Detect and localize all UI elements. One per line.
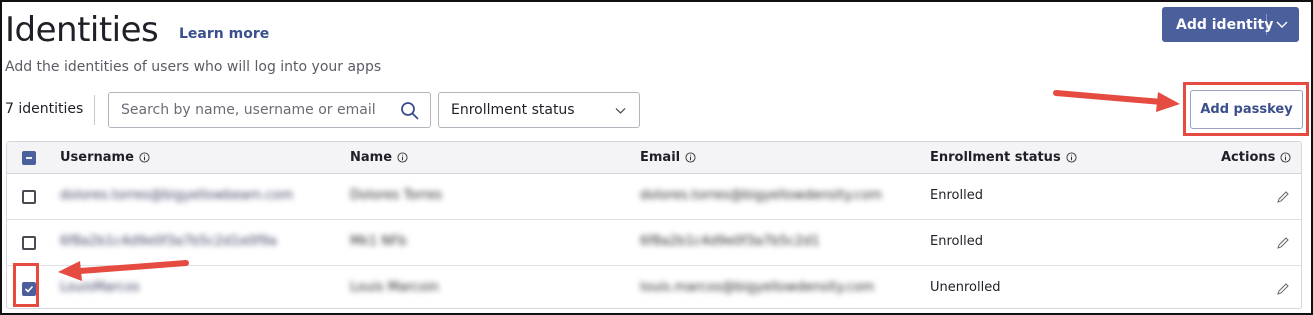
- column-username-label: Username: [60, 150, 134, 165]
- row-status: Unenrolled: [930, 280, 1001, 295]
- pencil-icon[interactable]: [1276, 282, 1290, 296]
- add-identity-label: Add identity: [1176, 16, 1274, 33]
- toolbar-divider: [94, 95, 95, 125]
- page-subtitle: Add the identities of users who will log…: [5, 59, 382, 75]
- row-name: Louis Marcoin: [350, 280, 439, 295]
- column-enrollment-status: Enrollment status: [930, 150, 1077, 165]
- identities-table: Username Name Email Enrollment status Ac…: [6, 141, 1302, 309]
- column-name: Name: [350, 150, 408, 165]
- table-row[interactable]: 6f8a2b1c4d9e0f3a7b5c2d1e0f9a Mk1 NFb 6f8…: [7, 220, 1301, 266]
- row-checkbox[interactable]: [22, 190, 36, 204]
- chevron-down-icon[interactable]: [1275, 17, 1289, 31]
- column-username: Username: [60, 150, 150, 165]
- add-identity-button[interactable]: Add identity: [1162, 7, 1299, 42]
- pencil-icon[interactable]: [1276, 190, 1290, 204]
- identity-count: 7 identities: [5, 101, 84, 117]
- row-name: Mk1 NFb: [350, 234, 407, 249]
- page-title: Identities: [5, 10, 159, 50]
- table-header: Username Name Email Enrollment status Ac…: [7, 142, 1301, 174]
- row-status: Enrolled: [930, 188, 983, 203]
- enrollment-status-select[interactable]: Enrollment status: [438, 92, 640, 128]
- row-username[interactable]: LouisMarcos: [60, 280, 140, 295]
- checkbox-highlight: [13, 263, 39, 307]
- table-row[interactable]: dolores.torres@bigyellowbeam.com Dolores…: [7, 174, 1301, 220]
- row-email: dolores.torres@bigyellowdensity.com: [640, 188, 883, 203]
- row-email: 6f8a2b1c4d9e0f3a7b5c2d1: [640, 234, 820, 249]
- info-icon[interactable]: [139, 152, 150, 163]
- minus-icon: [26, 157, 32, 159]
- column-email: Email: [640, 150, 696, 165]
- enrollment-status-value: Enrollment status: [451, 102, 575, 118]
- info-icon[interactable]: [1280, 152, 1291, 163]
- pencil-icon[interactable]: [1276, 236, 1290, 250]
- info-icon[interactable]: [1066, 152, 1077, 163]
- button-divider: [1266, 14, 1267, 35]
- row-username[interactable]: dolores.torres@bigyellowbeam.com: [60, 188, 293, 203]
- row-name: Dolores Torres: [350, 188, 443, 203]
- column-email-label: Email: [640, 150, 681, 165]
- column-actions: Actions: [1221, 150, 1291, 165]
- add-passkey-button[interactable]: Add passkey: [1190, 90, 1303, 129]
- learn-more-link[interactable]: Learn more: [179, 26, 269, 42]
- row-email: louis.marcos@bigyellowdensity.com: [640, 280, 875, 295]
- row-status: Enrolled: [930, 234, 983, 249]
- info-icon[interactable]: [685, 152, 696, 163]
- column-enrollment-label: Enrollment status: [930, 150, 1061, 165]
- column-actions-label: Actions: [1221, 150, 1276, 165]
- search-box[interactable]: [108, 92, 431, 128]
- info-icon[interactable]: [397, 152, 408, 163]
- row-username[interactable]: 6f8a2b1c4d9e0f3a7b5c2d1e0f9a: [60, 234, 277, 249]
- search-icon[interactable]: [400, 101, 420, 121]
- select-all-checkbox[interactable]: [22, 151, 36, 165]
- column-name-label: Name: [350, 150, 393, 165]
- chevron-down-icon: [615, 108, 626, 114]
- search-input[interactable]: [121, 101, 391, 119]
- table-row[interactable]: LouisMarcos Louis Marcoin louis.marcos@b…: [7, 266, 1301, 312]
- row-checkbox[interactable]: [22, 236, 36, 250]
